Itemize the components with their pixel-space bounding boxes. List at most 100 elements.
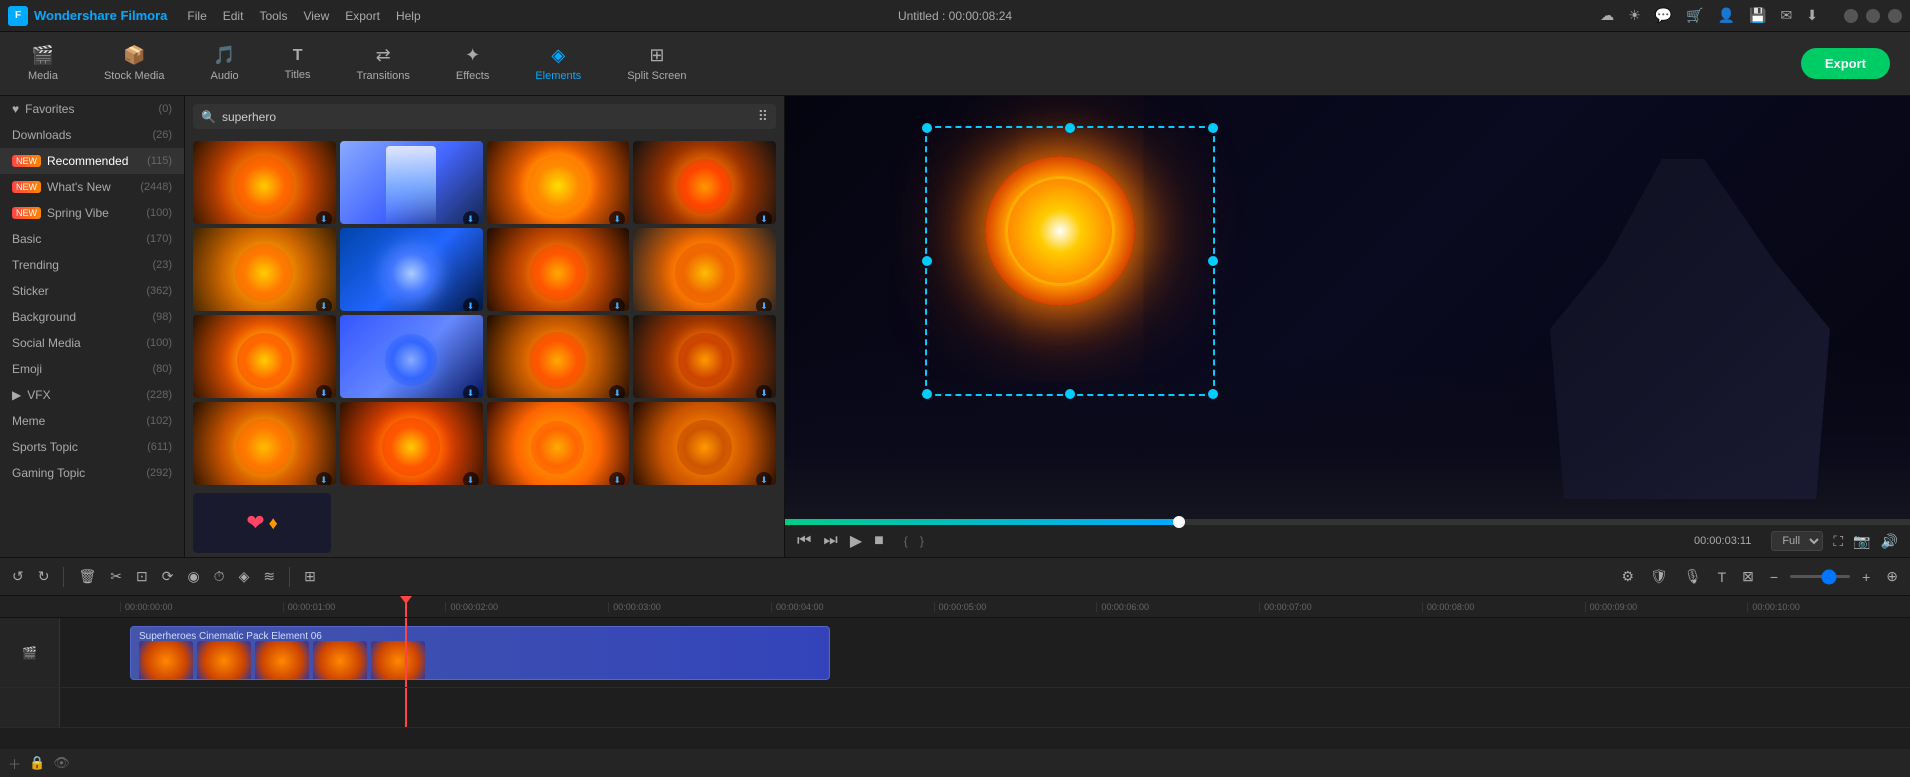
menu-edit[interactable]: Edit — [223, 9, 244, 23]
mail-icon[interactable]: ✉ — [1781, 7, 1793, 24]
quality-select[interactable]: Full 1/2 1/4 — [1771, 531, 1823, 551]
sidebar-item-sports-topic[interactable]: Sports Topic (611) — [0, 434, 184, 460]
element-card[interactable]: ⬇ Superheroes Cinematic ... — [193, 228, 336, 311]
sidebar-item-trending[interactable]: Trending (23) — [0, 252, 184, 278]
toolbar-elements[interactable]: ◈ Elements — [527, 41, 589, 86]
timeline-tracks: 🎬 Superheroes Cinematic Pack Element 06 — [0, 618, 1910, 749]
sidebar-item-downloads[interactable]: Downloads (26) — [0, 122, 184, 148]
sun-icon[interactable]: ☀ — [1628, 7, 1641, 24]
progress-bar-container[interactable] — [785, 519, 1910, 525]
menu-tools[interactable]: Tools — [259, 9, 287, 23]
sidebar-item-whats-new[interactable]: NEWWhat's New (2448) — [0, 174, 184, 200]
eye-track-icon[interactable]: 👁 — [53, 755, 70, 771]
mosaic-button[interactable]: ⊠ — [1738, 566, 1758, 587]
redo-button[interactable]: ↻ — [34, 566, 54, 587]
element-card[interactable]: ⬇ Superheroes Cinematic ... — [633, 228, 776, 311]
close-button[interactable]: ✕ — [1888, 9, 1902, 23]
toolbar-audio[interactable]: 🎵 Audio — [203, 41, 247, 86]
toolbar-titles[interactable]: T Titles — [277, 43, 319, 85]
element-card[interactable]: ⬇ Superheroes Cinematic ... — [193, 402, 336, 485]
export-button[interactable]: Export — [1801, 48, 1890, 79]
sidebar-item-recommended[interactable]: NEWRecommended (115) — [0, 148, 184, 174]
toolbar-transitions[interactable]: ⇄ Transitions — [349, 41, 418, 86]
toolbar-split-screen[interactable]: ⊞ Split Screen — [619, 41, 694, 86]
stabilize-button[interactable]: ◈ — [235, 566, 254, 587]
menu-view[interactable]: View — [303, 9, 329, 23]
toolbar-effects[interactable]: ✦ Effects — [448, 41, 497, 86]
element-card[interactable]: ⬇ Superheroes Cinematic ... — [633, 141, 776, 224]
toolbar-stock-media[interactable]: 📦 Stock Media — [96, 41, 173, 86]
prev-button[interactable]: ⏮ — [797, 532, 811, 550]
element-card-partial[interactable]: ❤ ♦ — [193, 493, 331, 553]
settings-button[interactable]: ⚙ — [1617, 566, 1638, 587]
audio-detach-button[interactable]: ≋ — [259, 566, 279, 587]
search-input[interactable] — [222, 110, 752, 124]
element-card[interactable]: ⬇ Superheroes Cinematic ... — [340, 228, 483, 311]
sidebar-item-gaming-topic[interactable]: Gaming Topic (292) — [0, 460, 184, 486]
track-row-main: 🎬 Superheroes Cinematic Pack Element 06 — [0, 618, 1910, 688]
stop-button[interactable]: ■ — [874, 532, 884, 550]
lock-track-icon[interactable]: 🔒 — [29, 755, 45, 771]
volume-icon[interactable]: 🔊 — [1881, 533, 1898, 550]
add-mark-button[interactable]: ⊕ — [1882, 566, 1902, 587]
menu-help[interactable]: Help — [396, 9, 421, 23]
speed-button[interactable]: ⏱ — [210, 566, 229, 587]
mic-timeline-button[interactable]: 🎙 — [1680, 566, 1706, 587]
element-card[interactable]: ⬇ Superheroes Cinematic ... — [340, 315, 483, 398]
element-card[interactable]: ⬇ Superheroes Cinematic ... — [487, 228, 630, 311]
user-icon[interactable]: 👤 — [1718, 7, 1735, 24]
playhead-triangle — [400, 596, 412, 604]
camera-capture-icon[interactable]: 📷 — [1853, 533, 1870, 550]
maximize-button[interactable]: □ — [1866, 9, 1880, 23]
progress-thumb[interactable] — [1173, 516, 1185, 528]
sidebar-item-sticker[interactable]: Sticker (362) — [0, 278, 184, 304]
color-button[interactable]: ◉ — [183, 566, 203, 587]
crop-button[interactable]: ⊡ — [132, 566, 152, 587]
sidebar-item-spring-vibe[interactable]: NEWSpring Vibe (100) — [0, 200, 184, 226]
sidebar-item-background[interactable]: Background (98) — [0, 304, 184, 330]
cloud-icon[interactable]: ☁ — [1600, 7, 1614, 24]
download-icon[interactable]: ⬇ — [1806, 7, 1818, 24]
text-button[interactable]: T — [1714, 567, 1731, 587]
download-icon: ⬇ — [756, 385, 772, 398]
element-card[interactable]: ⬇ Superheroes Cinematic ... — [193, 141, 336, 224]
element-card[interactable]: ⬇ Superheroes Cinematic ... — [340, 402, 483, 485]
element-card[interactable]: ⬇ Superheroes Cinematic ... — [340, 141, 483, 224]
element-card[interactable]: ⬇ Superheroes Cinematic ... — [633, 315, 776, 398]
zoom-in-button[interactable]: + — [1858, 567, 1874, 587]
sidebar-item-vfx[interactable]: ▶VFX (228) — [0, 382, 184, 408]
zoom-out-button[interactable]: − — [1766, 567, 1782, 587]
element-card[interactable]: ⬇ Superheroes Cinematic ... — [633, 402, 776, 485]
snap-button[interactable]: ⊞ — [300, 566, 320, 587]
element-card[interactable]: ⬇ Superheroes Cinematic ... — [487, 141, 630, 224]
fullscreen-icon[interactable]: ⛶ — [1833, 533, 1843, 550]
message-icon[interactable]: 💬 — [1655, 7, 1672, 24]
play-button[interactable]: ▶ — [850, 531, 862, 551]
element-card[interactable]: ⬇ Superheroes Cinematic ... — [193, 315, 336, 398]
sidebar-item-emoji[interactable]: Emoji (80) — [0, 356, 184, 382]
zoom-slider[interactable] — [1790, 575, 1850, 578]
sidebar-item-favorites[interactable]: ♥Favorites (0) — [0, 96, 184, 122]
delete-button[interactable]: 🗑 — [74, 566, 100, 587]
toolbar-media[interactable]: 🎬 Media — [20, 41, 66, 86]
menu-file[interactable]: File — [187, 9, 206, 23]
grid-toggle-button[interactable]: ⠿ — [758, 108, 768, 125]
cut-button[interactable]: ✂ — [106, 566, 126, 587]
element-card[interactable]: ⬇ Superheroes Cinematic ... — [487, 402, 630, 485]
step-back-button[interactable]: ⏭ — [823, 532, 837, 550]
cart-icon[interactable]: 🛒 — [1686, 7, 1703, 24]
minimize-button[interactable]: ─ — [1844, 9, 1858, 23]
left-sidebar: ♥Favorites (0) Downloads (26) NEWRecomme… — [0, 96, 185, 557]
undo-button[interactable]: ↺ — [8, 566, 28, 587]
clip-block[interactable]: Superheroes Cinematic Pack Element 06 — [130, 626, 830, 680]
add-track-icon[interactable]: ＋ — [8, 754, 21, 773]
save-icon[interactable]: 💾 — [1749, 7, 1766, 24]
sidebar-item-basic[interactable]: Basic (170) — [0, 226, 184, 252]
app-logo-icon: F — [8, 6, 28, 26]
element-card[interactable]: ⬇ Superheroes Cinematic ... — [487, 315, 630, 398]
reset-button[interactable]: ⟳ — [158, 566, 178, 587]
sidebar-item-social-media[interactable]: Social Media (100) — [0, 330, 184, 356]
shield-button[interactable]: 🛡 — [1646, 566, 1672, 587]
sidebar-item-meme[interactable]: Meme (102) — [0, 408, 184, 434]
menu-export[interactable]: Export — [345, 9, 380, 23]
